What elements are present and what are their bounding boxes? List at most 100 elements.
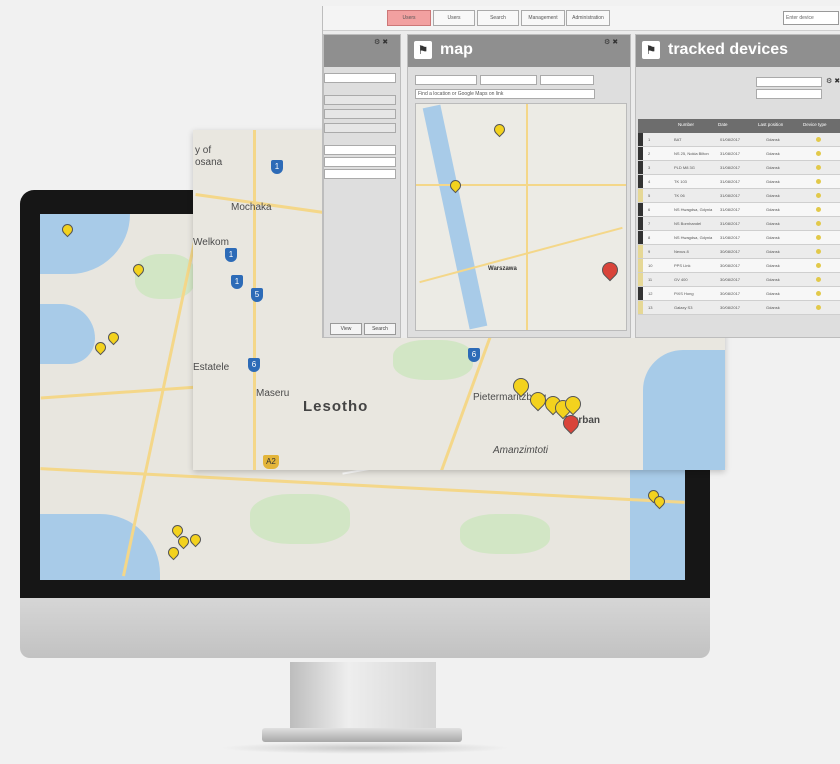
table-row[interactable]: 8 NS Hwagdsa, Gdynia 31/08/2017 Gdansk — [638, 231, 840, 245]
filter-field[interactable] — [324, 73, 396, 83]
status-indicator — [816, 137, 821, 142]
device-position: Gdansk — [766, 277, 780, 282]
row-id: 13 — [648, 305, 653, 310]
menu-button[interactable]: Management — [521, 10, 565, 26]
water-area — [40, 514, 160, 580]
mini-map[interactable]: Warszawa — [415, 103, 627, 331]
water-area — [40, 304, 95, 364]
map-panel: ⚑ map ⚙ ✖ Find a location or Google Maps… — [407, 34, 631, 338]
device-position: Gdansk — [766, 207, 780, 212]
table-row[interactable]: 3 PLD M8 3G 31/08/2017 Gdansk — [638, 161, 840, 175]
gear-icon[interactable]: ⚙ ✖ — [604, 38, 618, 46]
river — [422, 104, 488, 330]
route-shield: A2 — [263, 455, 279, 469]
gear-icon[interactable]: ⚙ ✖ — [374, 38, 388, 46]
menu-button[interactable]: Administration — [566, 10, 610, 26]
device-position: Gdansk — [766, 151, 780, 156]
date-field[interactable] — [415, 75, 477, 85]
select-field[interactable] — [324, 157, 396, 167]
table-row[interactable]: 4 TK 103 31/08/2017 Gdansk — [638, 175, 840, 189]
table-row[interactable]: 5 TK 06 31/08/2017 Gdansk — [638, 189, 840, 203]
filter-select[interactable] — [756, 89, 822, 99]
gear-icon[interactable]: ⚙ ✖ — [826, 77, 840, 85]
device-position: Gdansk — [766, 305, 780, 310]
row-id: 10 — [648, 263, 653, 268]
table-row[interactable]: 10 PPS Link 30/08/2017 Gdansk — [638, 259, 840, 273]
device-name: NS Hwagdsa, Gdynia — [674, 207, 713, 212]
route-shield: 6 — [248, 358, 260, 372]
status-flag — [638, 161, 643, 174]
device-position: Gdansk — [766, 193, 780, 198]
device-date: 31/08/2017 — [720, 207, 741, 212]
select-field[interactable] — [324, 145, 396, 155]
table-row[interactable]: 1 BAT 01/08/2017 Gdansk — [638, 133, 840, 147]
device-date: 31/08/2017 — [720, 221, 741, 226]
view-button[interactable]: View — [330, 323, 362, 335]
menu-button[interactable]: Search — [477, 10, 519, 26]
route-shield: 1 — [225, 248, 237, 262]
device-name: Nexus 8 — [674, 249, 689, 254]
filter-field[interactable] — [324, 109, 396, 119]
date-field[interactable] — [540, 75, 594, 85]
left-panel: ⚙ ✖ View Search — [323, 34, 401, 338]
map-pin[interactable] — [187, 531, 204, 548]
device-name: GV 400 — [674, 277, 688, 282]
column-header[interactable]: Number — [678, 122, 694, 127]
column-header[interactable]: Last position — [758, 122, 783, 127]
status-flag — [638, 231, 643, 244]
device-name: NS 25, Nokia Bilton — [674, 151, 709, 156]
search-button[interactable]: Search — [364, 323, 396, 335]
status-indicator — [816, 263, 821, 268]
device-date: 30/08/2017 — [720, 277, 741, 282]
select-field[interactable] — [324, 169, 396, 179]
device-position: Gdansk — [766, 179, 780, 184]
status-flag — [638, 133, 643, 146]
device-name: NS Bornhandel — [674, 221, 702, 226]
status-indicator — [816, 151, 821, 156]
menu-button[interactable]: Users — [387, 10, 431, 26]
route-shield: 1 — [271, 160, 283, 174]
status-indicator — [816, 179, 821, 184]
status-flag — [638, 147, 643, 160]
devices-panel: ⚑ tracked devices ⚙ ✖ Number Date Last p… — [635, 34, 840, 338]
place-label: y of — [195, 145, 212, 156]
filter-field[interactable] — [324, 95, 396, 105]
status-flag — [638, 217, 643, 230]
status-flag — [638, 175, 643, 188]
top-search-input[interactable]: Enter device — [783, 11, 839, 25]
device-icon: ⚑ — [642, 41, 660, 59]
device-position: Gdansk — [766, 221, 780, 226]
device-name: PLD M8 3G — [674, 165, 695, 170]
table-row[interactable]: 9 Nexus 8 30/08/2017 Gdansk — [638, 245, 840, 259]
map-pin[interactable] — [92, 339, 109, 356]
table-row[interactable]: 7 NS Bornhandel 31/08/2017 Gdansk — [638, 217, 840, 231]
map-pin[interactable] — [491, 121, 508, 138]
map-pin[interactable] — [165, 544, 182, 561]
status-indicator — [816, 277, 821, 282]
menu-button[interactable]: Users — [433, 10, 475, 26]
road — [40, 467, 685, 504]
panel-header: ⚑ tracked devices — [636, 35, 840, 67]
monitor-chin — [20, 598, 710, 658]
table-row[interactable]: 12 PiXS Hong 30/08/2017 Gdansk — [638, 287, 840, 301]
date-field[interactable] — [480, 75, 537, 85]
map-icon: ⚑ — [414, 41, 432, 59]
map-pin[interactable] — [105, 329, 122, 346]
table-row[interactable]: 6 NS Hwagdsa, Gdynia 31/08/2017 Gdansk — [638, 203, 840, 217]
park-area — [393, 340, 473, 380]
table-row[interactable]: 13 Galaxy S3 30/08/2017 Gdansk — [638, 301, 840, 315]
location-search-input[interactable]: Find a location or Google Maps on link — [415, 89, 595, 99]
column-header[interactable]: Device type — [803, 122, 827, 127]
map-pin[interactable] — [598, 258, 622, 282]
device-position: Gdansk — [766, 235, 780, 240]
status-indicator — [816, 193, 821, 198]
place-label: Amanzimtoti — [493, 445, 549, 456]
row-id: 3 — [648, 165, 651, 170]
filter-field[interactable] — [324, 123, 396, 133]
place-label: Mochaka — [231, 202, 272, 213]
route-shield: 6 — [468, 348, 480, 362]
table-row[interactable]: 11 GV 400 30/08/2017 Gdansk — [638, 273, 840, 287]
column-header[interactable]: Date — [718, 122, 728, 127]
filter-field[interactable] — [756, 77, 822, 87]
table-row[interactable]: 2 NS 25, Nokia Bilton 31/08/2017 Gdansk — [638, 147, 840, 161]
